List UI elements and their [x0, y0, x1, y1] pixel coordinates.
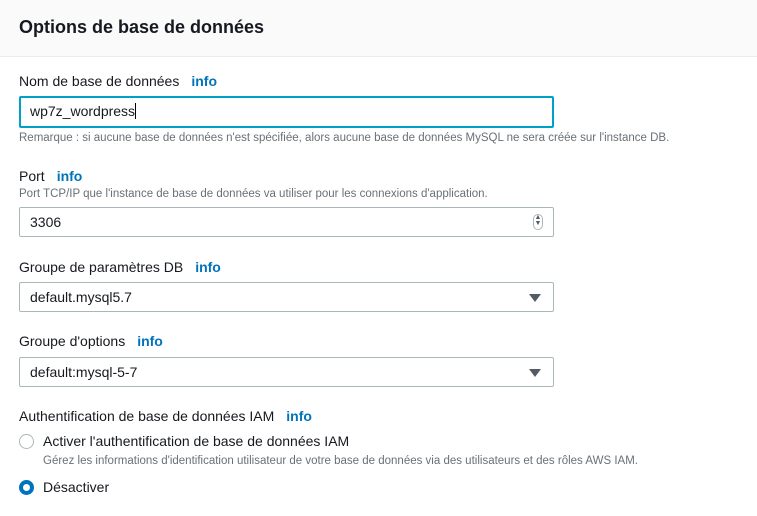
db-name-value: wp7z_wordpress	[30, 103, 136, 119]
option-group-label-text: Groupe d'options	[19, 333, 126, 349]
port-input[interactable]: 3306 ▲ ▼	[19, 207, 554, 237]
port-value: 3306	[30, 214, 62, 230]
section-header: Options de base de données	[0, 0, 757, 57]
caret-down-icon	[529, 294, 541, 302]
port-info-link[interactable]: info	[57, 168, 83, 184]
db-name-info-link[interactable]: info	[191, 73, 217, 89]
caret-down-icon	[529, 369, 541, 377]
iam-label-text: Authentification de base de données IAM	[19, 408, 275, 424]
option-group-label: Groupe d'options info	[19, 333, 163, 349]
db-name-label-text: Nom de base de données	[19, 73, 180, 89]
db-name-note: Remarque : si aucune base de données n'e…	[19, 132, 670, 144]
stepper-icon[interactable]: ▲ ▼	[533, 214, 543, 230]
db-name-input[interactable]: wp7z_wordpress	[19, 96, 554, 128]
port-label-text: Port	[19, 168, 45, 184]
param-group-label: Groupe de paramètres DB info	[19, 259, 221, 275]
option-group-value: default:mysql-5-7	[30, 364, 138, 380]
iam-disable-label[interactable]: Désactiver	[43, 479, 109, 495]
iam-enable-radio[interactable]	[19, 434, 34, 449]
port-label: Port info	[19, 168, 82, 184]
option-group-info-link[interactable]: info	[137, 333, 163, 349]
param-group-info-link[interactable]: info	[195, 259, 221, 275]
param-group-label-text: Groupe de paramètres DB	[19, 259, 184, 275]
port-description: Port TCP/IP que l'instance de base de do…	[19, 188, 488, 200]
option-group-select[interactable]: default:mysql-5-7	[19, 357, 554, 387]
iam-enable-label[interactable]: Activer l'authentification de base de do…	[43, 433, 349, 449]
param-group-value: default.mysql5.7	[30, 289, 132, 305]
iam-disable-radio[interactable]	[19, 480, 34, 495]
iam-enable-description: Gérez les informations d'identification …	[43, 455, 638, 467]
text-caret	[135, 103, 137, 119]
iam-label: Authentification de base de données IAM i…	[19, 408, 312, 424]
section-title: Options de base de données	[19, 17, 265, 37]
iam-info-link[interactable]: info	[286, 408, 312, 424]
db-name-label: Nom de base de données info	[19, 73, 217, 89]
param-group-select[interactable]: default.mysql5.7	[19, 282, 554, 312]
